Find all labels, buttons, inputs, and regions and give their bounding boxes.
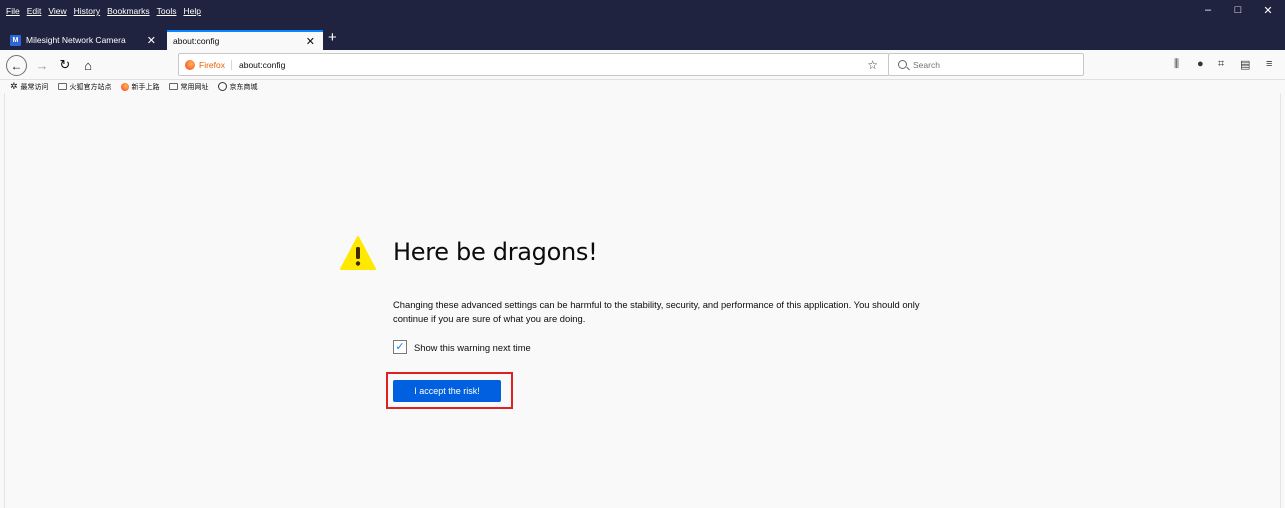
maximize-button[interactable]: □ [1228,4,1248,16]
bookmark-label: 常用网址 [180,83,209,91]
bookmark-label: 火狐官方站点 [69,83,112,91]
bookmark-label: 京东商城 [229,83,258,91]
home-icon: ⌂ [84,57,92,73]
bookmark-most-visited[interactable]: ✲ 最常访问 [10,82,49,92]
gear-icon: ✲ [10,81,18,91]
chat-icon[interactable]: ● [1197,58,1204,70]
library-icon[interactable]: ⫼ [1174,58,1179,71]
menu-bar: File Edit View History Bookmarks Tools H… [6,6,201,16]
url-bar[interactable]: Firefox about:config ☆ [178,53,889,76]
milesight-favicon-icon: M [10,34,21,46]
arrow-right-icon: → [35,57,49,73]
checkmark-icon: ✓ [395,340,405,353]
arrow-left-icon: ← [10,58,23,73]
globe-icon [217,82,227,91]
firefox-icon [185,59,195,70]
menu-history[interactable]: History [74,6,100,16]
firefox-icon [120,82,129,91]
back-button[interactable]: ← [6,55,27,76]
bookmark-getting-started[interactable]: 新手上路 [120,82,160,92]
warning-message: Changing these advanced settings can be … [393,299,920,324]
minimize-button[interactable]: – [1198,4,1218,16]
checkbox-label: Show this warning next time [414,341,531,353]
home-button[interactable]: ⌂ [78,55,98,75]
identity-label: Firefox [199,59,232,70]
folder-icon [168,83,178,90]
close-window-button[interactable]: ✕ [1258,4,1278,17]
crop-icon[interactable]: ⌗ [1218,58,1224,71]
bookmark-label: 新手上路 [131,83,160,91]
sidebar-icon[interactable]: ▤ [1240,58,1250,71]
page-title: Here be dragons! [393,238,598,266]
bookmark-common-sites[interactable]: 常用网址 [168,82,209,92]
menu-tools[interactable]: Tools [157,6,177,16]
menu-file[interactable]: File [6,6,20,16]
reload-icon: ↻ [59,57,71,72]
bookmark-label: 最常访问 [20,83,49,91]
tab-strip: M Milesight Network Camera ✕ about:confi… [0,28,1285,50]
tab-milesight[interactable]: M Milesight Network Camera ✕ [4,30,164,50]
bookmark-jd-mall[interactable]: 京东商城 [217,82,258,92]
show-warning-checkbox[interactable]: ✓ [393,340,407,354]
navigation-bar: ← → ↻ ⌂ Firefox about:config ☆ Search ⫼ … [0,50,1285,80]
menu-view[interactable]: View [48,6,66,16]
tab-about-config[interactable]: about:config ✕ [167,30,323,50]
bookmark-official-site[interactable]: 火狐官方站点 [57,82,112,92]
tab-title: Milesight Network Camera [26,35,126,45]
forward-button[interactable]: → [32,55,52,75]
search-bar[interactable]: Search [888,53,1084,76]
show-warning-checkbox-row[interactable]: ✓ Show this warning next time [393,340,531,354]
bookmark-star-icon[interactable]: ☆ [867,58,878,72]
search-placeholder: Search [913,59,940,70]
menu-bookmarks[interactable]: Bookmarks [107,6,150,16]
hamburger-menu-icon[interactable]: ≡ [1266,58,1272,70]
warning-icon [340,236,376,270]
title-bar: File Edit View History Bookmarks Tools H… [0,0,1285,28]
url-text[interactable]: about:config [239,60,285,70]
search-icon [898,60,907,69]
tab-close-icon[interactable]: ✕ [147,34,156,47]
bookmarks-toolbar: ✲ 最常访问 火狐官方站点 新手上路 常用网址 京东商城 [0,80,1285,93]
folder-icon [57,83,67,90]
menu-help[interactable]: Help [183,6,200,16]
tab-close-icon[interactable]: ✕ [306,35,315,48]
tab-title: about:config [173,36,220,46]
accept-risk-button[interactable]: I accept the risk! [393,380,501,402]
reload-button[interactable]: ↻ [55,55,75,75]
menu-edit[interactable]: Edit [27,6,42,16]
new-tab-button[interactable]: + [328,29,337,46]
